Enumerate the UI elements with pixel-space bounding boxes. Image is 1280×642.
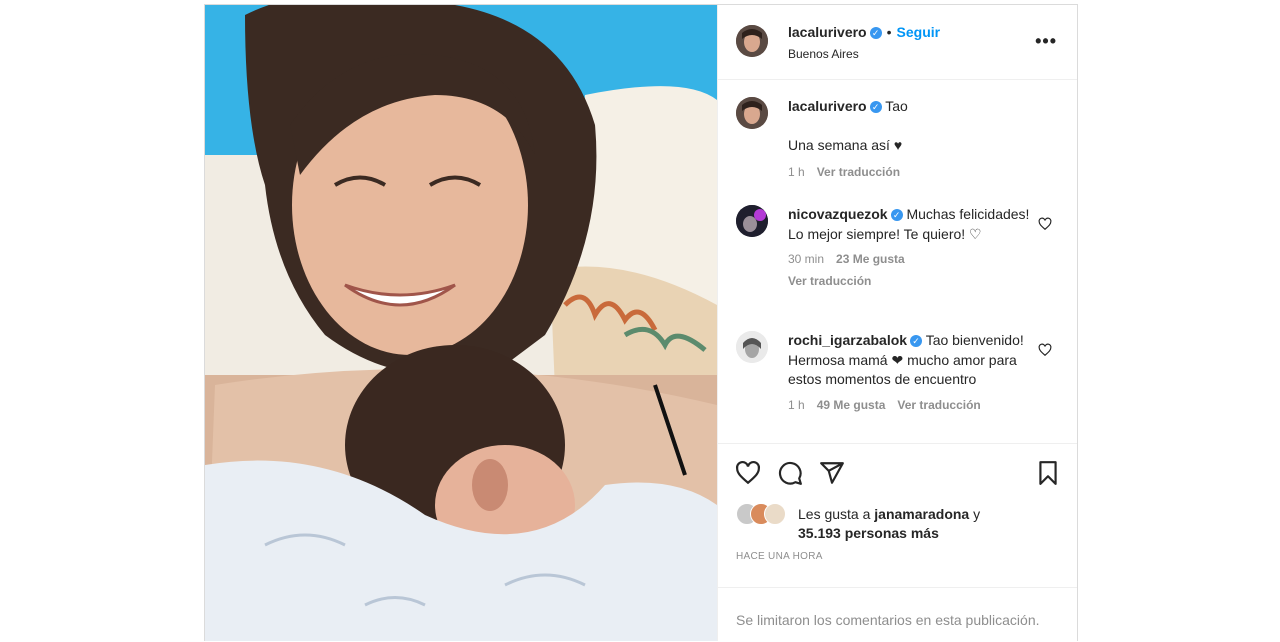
post-location[interactable]: Buenos Aires	[788, 47, 859, 61]
comment-meta: 30 min 23 Me gusta	[788, 250, 1034, 270]
comment-text-block: rochi_igarzabalok ✓ Tao bienvenido! Hermo…	[788, 331, 1034, 415]
comment-username[interactable]: rochi_igarzabalok	[788, 332, 907, 348]
comment-meta: 1 h 49 Me gusta Ver traducción	[788, 396, 1034, 416]
comment-avatar[interactable]	[736, 205, 768, 237]
follow-button[interactable]: Seguir	[897, 24, 941, 40]
caption-time[interactable]: 1 h	[788, 165, 805, 179]
comment-icon[interactable]	[777, 460, 803, 486]
heart-icon[interactable]	[1038, 217, 1052, 231]
caption-text-block: lacalurivero ✓ Tao Una semana así ♥ 1 h Ve…	[788, 97, 1034, 183]
avatar-image	[736, 331, 768, 363]
verified-icon: ✓	[869, 27, 882, 39]
post-header: lacalurivero ✓ • Seguir Buenos Aires •••	[718, 5, 1077, 80]
bookmark-icon[interactable]	[1035, 460, 1061, 486]
selfie-with-baby-image	[205, 5, 717, 641]
post-timestamp[interactable]: Hace una hora	[736, 551, 823, 562]
comment-avatar[interactable]	[736, 331, 768, 363]
comment-text-block: nicovazquezok ✓ Muchas felicidades! Lo me…	[788, 205, 1034, 291]
share-icon[interactable]	[819, 460, 845, 486]
comment-time[interactable]: 30 min	[788, 252, 824, 266]
caption-first-line: Tao	[885, 98, 908, 114]
caption-username[interactable]: lacalurivero	[788, 98, 867, 114]
action-bar	[718, 443, 1077, 504]
separator-dot: •	[886, 24, 892, 40]
avatar-image	[736, 205, 768, 237]
likes-conj: y	[973, 506, 981, 522]
caption-translate[interactable]: Ver traducción	[817, 165, 900, 179]
likes-count[interactable]: 35.193 personas más	[798, 525, 939, 541]
header-title-row: lacalurivero ✓ • Seguir	[788, 24, 940, 40]
heart-icon[interactable]	[735, 460, 761, 486]
instagram-post: lacalurivero ✓ • Seguir Buenos Aires ••• la…	[204, 4, 1078, 641]
verified-icon: ✓	[910, 335, 923, 347]
likes-text: Les gusta a janamaradona y 35.193 person…	[798, 505, 1048, 543]
comments-limited-text: Se limitaron los comentarios en esta pub…	[736, 612, 1040, 628]
liker-avatars	[736, 503, 796, 525]
likes-user[interactable]: janamaradona	[874, 506, 969, 522]
heart-icon[interactable]	[1038, 343, 1052, 357]
comment-likes[interactable]: 23 Me gusta	[836, 252, 905, 266]
verified-icon: ✓	[869, 101, 882, 113]
comment-likes[interactable]: 49 Me gusta	[817, 398, 886, 412]
caption-avatar[interactable]	[736, 97, 768, 129]
author-username[interactable]: lacalurivero	[788, 24, 867, 40]
liker-avatar[interactable]	[764, 503, 786, 525]
comment-time[interactable]: 1 h	[788, 398, 805, 412]
comments-limited-notice: Se limitaron los comentarios en esta pub…	[718, 587, 1077, 642]
likes-prefix: Les gusta a	[798, 506, 871, 522]
post-photo[interactable]	[205, 5, 717, 641]
more-icon[interactable]: •••	[1035, 31, 1057, 52]
comment-translate-row: Ver traducción	[788, 272, 1034, 292]
author-avatar[interactable]	[736, 25, 768, 57]
comment-username[interactable]: nicovazquezok	[788, 206, 888, 222]
comment-translate[interactable]: Ver traducción	[897, 398, 980, 412]
avatar-image	[736, 25, 768, 57]
post-sidebar: lacalurivero ✓ • Seguir Buenos Aires ••• la…	[717, 5, 1077, 641]
caption-meta: 1 h Ver traducción	[788, 163, 1034, 183]
avatar-image	[736, 97, 768, 129]
comment-translate[interactable]: Ver traducción	[788, 274, 871, 288]
verified-icon: ✓	[890, 209, 903, 221]
caption-text: Una semana así ♥	[788, 136, 903, 153]
